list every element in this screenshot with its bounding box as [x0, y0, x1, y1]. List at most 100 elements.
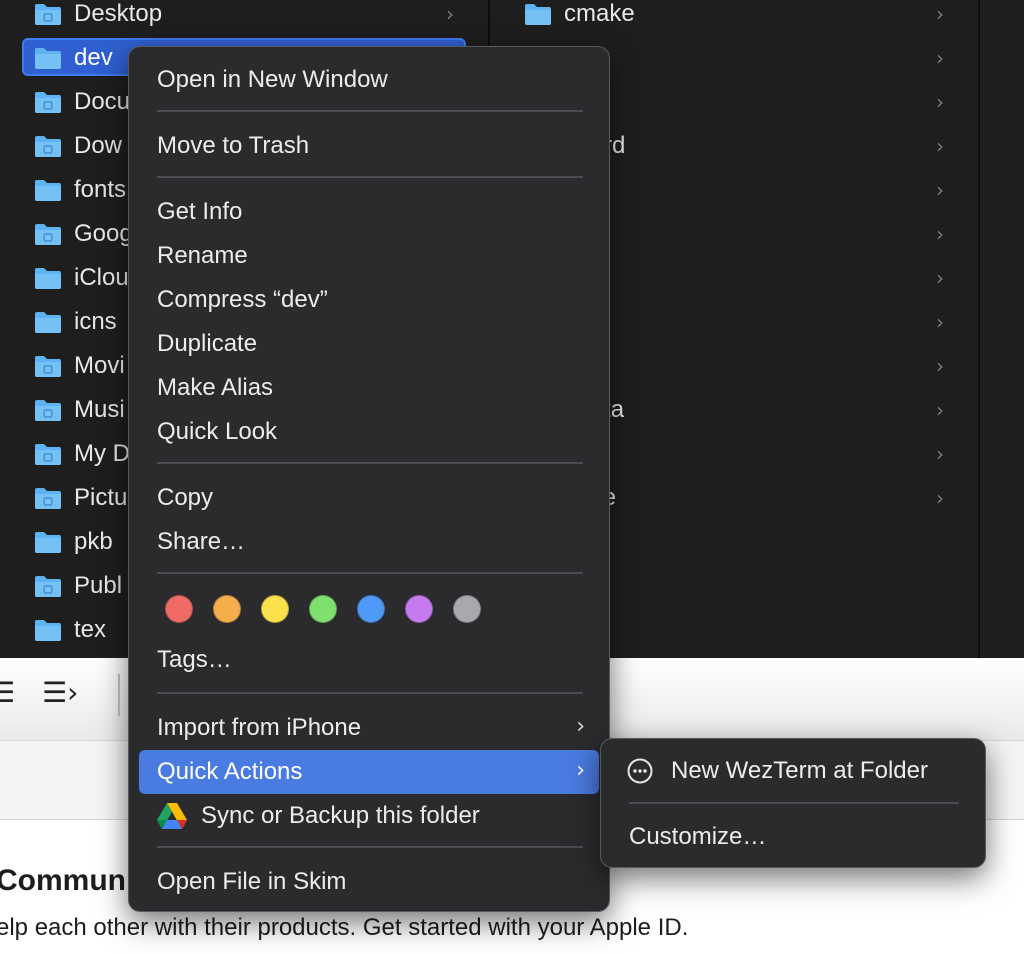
menu-item-label: Share…: [157, 528, 246, 555]
list-icon[interactable]: ☰: [0, 676, 15, 709]
finder-item-name: pkb: [74, 528, 113, 555]
context-menu: Open in New Window Move to Trash Get Inf…: [128, 46, 610, 912]
finder-item-name: Movi: [74, 352, 125, 379]
tag-color-yellow[interactable]: [261, 595, 289, 623]
chevron-right-icon: ›: [576, 714, 585, 739]
menu-item-import-from-iphone[interactable]: Import from iPhone ›: [139, 706, 599, 750]
finder-item-name: iClou: [74, 264, 129, 291]
finder-item-name: Dow: [74, 132, 123, 159]
finder-item-name: dev: [74, 44, 113, 71]
tag-color-purple[interactable]: [405, 595, 433, 623]
menu-item-move-to-trash[interactable]: Move to Trash: [139, 124, 599, 168]
menu-item-tags[interactable]: Tags…: [139, 638, 599, 682]
menu-item-label: Quick Look: [157, 418, 278, 445]
finder-row[interactable]: Desktop ›: [0, 0, 488, 36]
submenu-item-customize[interactable]: Customize…: [611, 815, 975, 859]
finder-item-name: tex: [74, 616, 107, 643]
tag-color-green[interactable]: [309, 595, 337, 623]
folder-icon: [525, 4, 551, 25]
finder-row[interactable]: cmake ›: [490, 0, 978, 36]
finder-item-name: Desktop: [74, 0, 163, 27]
menu-item-get-info[interactable]: Get Info: [139, 190, 599, 234]
menu-separator: [157, 176, 583, 178]
finder-item-name: Pictu: [74, 484, 128, 511]
menu-item-label: Duplicate: [157, 330, 258, 357]
desktop-folder-icon: [35, 4, 61, 25]
menu-item-label: Import from iPhone: [157, 714, 362, 741]
chevron-right-icon: ›: [936, 90, 944, 114]
toolbar-divider: [118, 674, 120, 716]
menu-item-copy[interactable]: Copy: [139, 476, 599, 520]
menu-item-quick-actions[interactable]: Quick Actions ›: [139, 750, 599, 794]
chevron-right-icon: ›: [936, 222, 944, 246]
chevron-right-icon: ›: [936, 442, 944, 466]
tag-color-blue[interactable]: [357, 595, 385, 623]
folder-icon: [35, 532, 61, 553]
indent-list-icon[interactable]: ☰›: [42, 676, 78, 709]
menu-item-compress[interactable]: Compress “dev”: [139, 278, 599, 322]
drive-folder-icon: [35, 444, 61, 465]
folder-icon: [35, 312, 61, 333]
menu-item-label: Quick Actions: [157, 758, 303, 785]
chevron-right-icon: ›: [936, 354, 944, 378]
movies-folder-icon: [35, 356, 61, 377]
menu-item-label: Open in New Window: [157, 66, 388, 93]
finder-item-name: fonts: [74, 176, 127, 203]
folder-icon: [35, 180, 61, 201]
chevron-right-icon: ›: [936, 310, 944, 334]
tag-color-orange[interactable]: [213, 595, 241, 623]
menu-item-quick-look[interactable]: Quick Look: [139, 410, 599, 454]
chevron-right-icon: ›: [936, 134, 944, 158]
folder-icon: [35, 48, 61, 69]
menu-item-open-in-skim[interactable]: Open File in Skim: [139, 860, 599, 904]
menu-item-rename[interactable]: Rename: [139, 234, 599, 278]
downloads-folder-icon: [35, 136, 61, 157]
tag-color-red[interactable]: [165, 595, 193, 623]
menu-item-sync-backup[interactable]: Sync or Backup this folder: [139, 794, 599, 838]
chevron-right-icon: ›: [936, 178, 944, 202]
ellipsis-circle-icon: [627, 758, 653, 784]
pictures-folder-icon: [35, 488, 61, 509]
menu-item-make-alias[interactable]: Make Alias: [139, 366, 599, 410]
menu-item-label: Move to Trash: [157, 132, 310, 159]
music-folder-icon: [35, 400, 61, 421]
menu-item-label: New WezTerm at Folder: [671, 757, 928, 784]
finder-item-name: Goog: [74, 220, 133, 247]
finder-item-name: My D: [74, 440, 130, 467]
finder-item-name: Publ: [74, 572, 123, 599]
google-drive-icon: [157, 803, 187, 829]
submenu-item-new-wezterm[interactable]: New WezTerm at Folder: [611, 749, 975, 793]
chevron-right-icon: ›: [936, 266, 944, 290]
chevron-right-icon: ›: [446, 2, 454, 26]
menu-separator: [157, 572, 583, 574]
tag-color-gray[interactable]: [453, 595, 481, 623]
menu-item-label: Rename: [157, 242, 248, 269]
folder-icon: [35, 268, 61, 289]
menu-item-label: Customize…: [629, 823, 767, 850]
folder-icon: [35, 620, 61, 641]
menu-item-duplicate[interactable]: Duplicate: [139, 322, 599, 366]
finder-item-name: icns: [74, 308, 117, 335]
chevron-right-icon: ›: [936, 46, 944, 70]
documents-folder-icon: [35, 92, 61, 113]
quick-actions-submenu: New WezTerm at Folder Customize…: [600, 738, 986, 868]
menu-item-open-new-window[interactable]: Open in New Window: [139, 58, 599, 102]
menu-item-label: Sync or Backup this folder: [201, 802, 480, 829]
menu-separator: [629, 802, 959, 804]
chevron-right-icon: ›: [936, 486, 944, 510]
menu-item-label: Make Alias: [157, 374, 274, 401]
menu-separator: [157, 692, 583, 694]
menu-separator: [157, 110, 583, 112]
menu-item-label: Open File in Skim: [157, 868, 347, 895]
menu-separator: [157, 846, 583, 848]
menu-separator: [157, 462, 583, 464]
finder-item-name: Docu: [74, 88, 131, 115]
alias-folder-icon: [35, 224, 61, 245]
article-heading: Commun: [0, 864, 126, 897]
chevron-right-icon: ›: [936, 398, 944, 422]
menu-item-share[interactable]: Share…: [139, 520, 599, 564]
menu-item-label: Get Info: [157, 198, 243, 225]
chevron-right-icon: ›: [936, 2, 944, 26]
menu-item-label: Copy: [157, 484, 214, 511]
article-paragraph: elp each other with their products. Get …: [0, 914, 689, 941]
